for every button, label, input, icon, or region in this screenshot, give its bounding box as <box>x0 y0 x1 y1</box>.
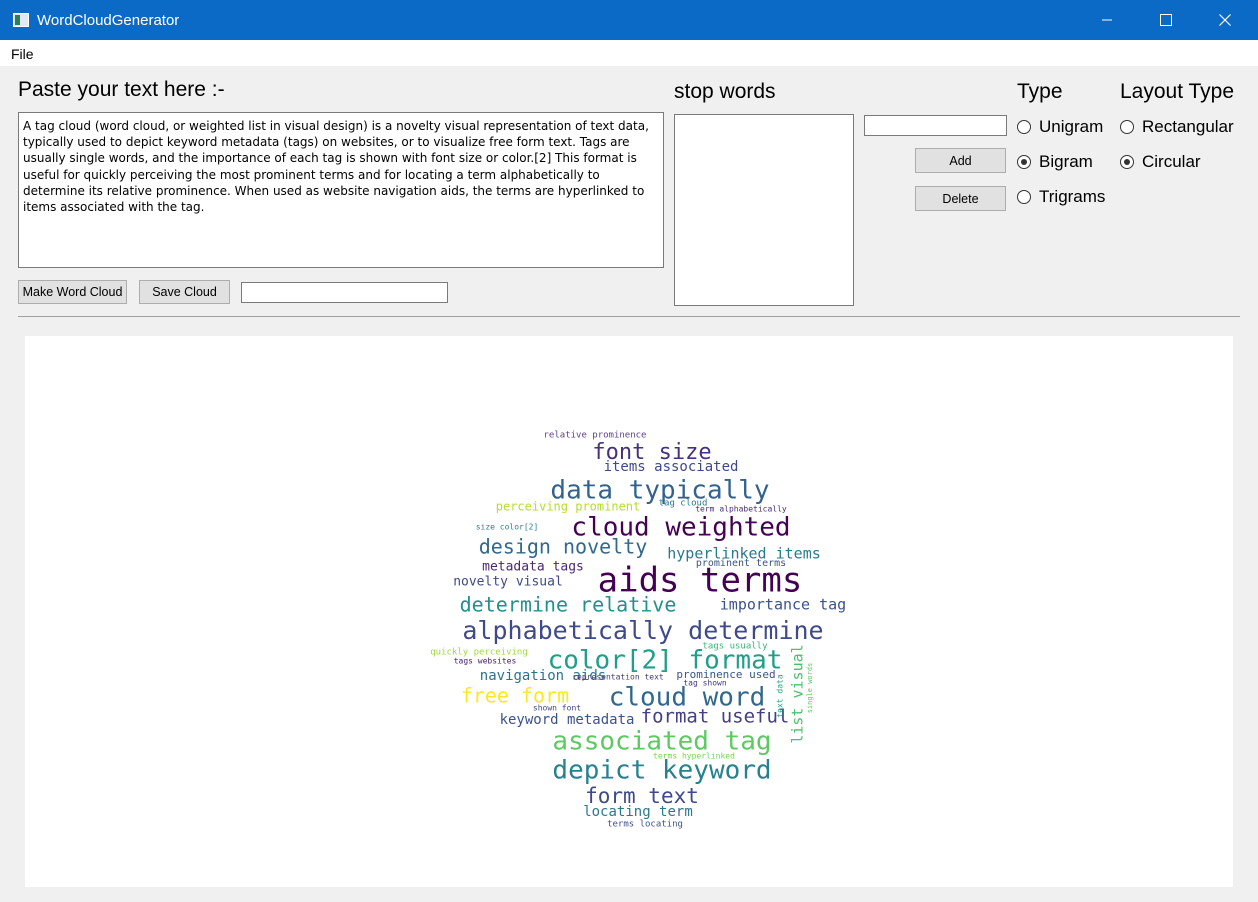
word-cloud-word: items associated <box>604 459 739 475</box>
delete-stop-word-button[interactable]: Delete <box>915 186 1006 211</box>
maximize-icon <box>1160 14 1172 26</box>
radio-unchecked-icon <box>1017 190 1031 204</box>
word-cloud-word: determine relative <box>460 593 677 617</box>
word-cloud-canvas: relative prominence font size items associ… <box>25 336 1233 887</box>
radio-checked-icon <box>1120 155 1134 169</box>
app-icon <box>13 13 29 27</box>
word-cloud-word: relative prominence <box>544 431 647 441</box>
text-input-area[interactable]: A tag cloud (word cloud, or weighted lis… <box>18 112 664 268</box>
stop-word-input[interactable] <box>864 115 1007 136</box>
word-cloud-word: tags websites <box>454 657 517 666</box>
word-cloud-word: perceiving prominent <box>496 500 641 514</box>
word-cloud-word: single words <box>806 663 814 714</box>
type-option-label: Trigrams <box>1039 187 1106 206</box>
type-radio-unigram[interactable]: Unigram <box>1017 117 1103 137</box>
make-word-cloud-button[interactable]: Make Word Cloud <box>18 280 127 304</box>
word-cloud-image: relative prominencefont sizeitems associ… <box>430 431 846 830</box>
stop-words-list[interactable] <box>674 114 854 306</box>
type-option-label: Bigram <box>1039 152 1093 171</box>
type-option-label: Unigram <box>1039 117 1104 136</box>
word-cloud-word: importance tag <box>720 596 846 614</box>
word-cloud-word: locating term <box>583 804 693 820</box>
bottom-strip <box>0 887 1258 902</box>
word-cloud-word: metadata tags <box>482 560 584 575</box>
separator <box>18 316 1240 317</box>
title-bar: WordCloudGenerator <box>0 0 1258 40</box>
app-window: WordCloudGenerator File Paste your text … <box>0 0 1258 902</box>
close-icon <box>1219 14 1231 26</box>
maximize-button[interactable] <box>1137 0 1195 40</box>
word-cloud-word: list visual <box>789 644 807 743</box>
type-radio-trigrams[interactable]: Trigrams <box>1017 187 1105 207</box>
word-cloud-word: alphabetically determine <box>462 616 823 645</box>
radio-unchecked-icon <box>1120 120 1134 134</box>
word-cloud-word: size color[2] <box>476 523 539 532</box>
word-cloud-word: design novelty <box>479 535 648 559</box>
layout-radio-circular[interactable]: Circular <box>1120 152 1201 172</box>
layout-option-label: Rectangular <box>1142 117 1234 136</box>
layout-option-label: Circular <box>1142 152 1201 171</box>
stop-words-label: stop words <box>674 80 776 103</box>
radio-checked-icon <box>1017 155 1031 169</box>
minimize-icon <box>1102 19 1112 21</box>
word-cloud-word: text data <box>776 674 785 718</box>
window-title: WordCloudGenerator <box>37 12 180 29</box>
word-cloud-word: terms locating <box>607 820 683 830</box>
save-cloud-button[interactable]: Save Cloud <box>139 280 230 304</box>
type-label: Type <box>1017 80 1063 103</box>
word-cloud-word: depict keyword <box>552 756 771 786</box>
filename-input[interactable] <box>241 282 448 303</box>
minimize-button[interactable] <box>1078 0 1136 40</box>
type-radio-bigram[interactable]: Bigram <box>1017 152 1093 172</box>
radio-unchecked-icon <box>1017 120 1031 134</box>
word-cloud-word: format useful <box>641 706 790 728</box>
layout-type-label: Layout Type <box>1120 80 1235 103</box>
menu-file[interactable]: File <box>11 46 34 62</box>
close-button[interactable] <box>1196 0 1254 40</box>
add-stop-word-button[interactable]: Add <box>915 148 1006 173</box>
layout-radio-rectangular[interactable]: Rectangular <box>1120 117 1234 137</box>
menu-bar <box>0 40 1258 66</box>
paste-text-label: Paste your text here :- <box>18 78 225 101</box>
word-cloud-word: novelty visual <box>453 575 563 590</box>
word-cloud-word: representation text <box>572 673 664 682</box>
